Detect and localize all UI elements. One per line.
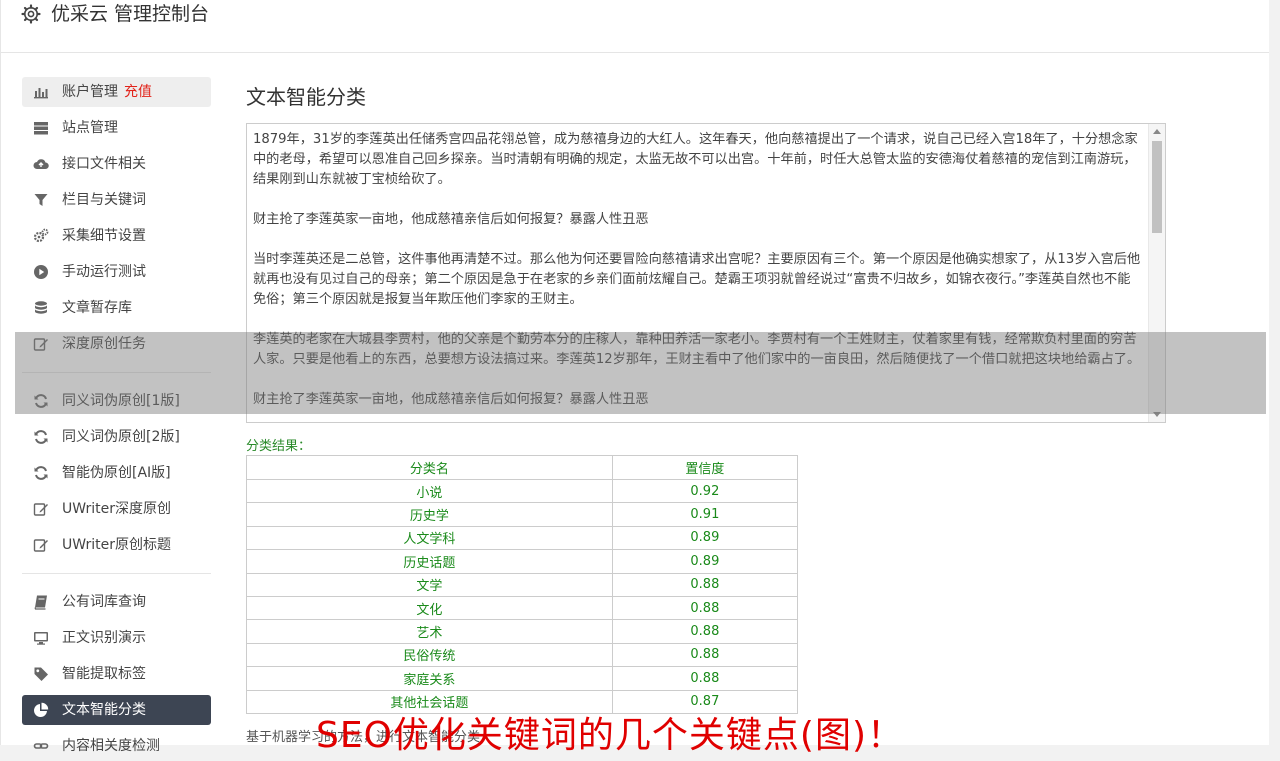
sidebar-item-label: 内容相关度检测 — [62, 738, 160, 754]
sidebar-item-label: 正文识别演示 — [62, 630, 146, 646]
sidebar-item-account[interactable]: 账户管理 充值 — [22, 77, 211, 107]
table-row: 历史话题 0.89 — [246, 549, 799, 574]
sidebar-item-ai-rewrite[interactable]: 智能伪原创[AI版] — [22, 458, 211, 488]
sidebar-item-collect-settings[interactable]: 采集细节设置 — [22, 221, 211, 251]
article-paragraph: 1879年，31岁的李莲英出任储秀宫四品花翎总管，成为慈禧身边的大红人。这年春天… — [253, 132, 1138, 187]
sidebar-divider — [22, 573, 211, 574]
category-cell: 历史学 — [246, 502, 613, 527]
table-row: 民俗传统 0.88 — [246, 642, 799, 668]
confidence-cell: 0.89 — [611, 525, 799, 551]
window-edge — [1269, 0, 1280, 745]
column-header: 置信度 — [611, 455, 799, 480]
refresh-icon — [34, 430, 48, 444]
category-cell: 小说 — [246, 478, 613, 504]
cloud-upload-icon — [33, 159, 49, 169]
sidebar-item-public-dict[interactable]: 公有词库查询 — [22, 587, 211, 617]
sidebar-item-interface-files[interactable]: 接口文件相关 — [22, 149, 211, 179]
confidence-cell: 0.88 — [611, 595, 799, 621]
sidebar-item-manual-run[interactable]: 手动运行测试 — [22, 257, 211, 287]
sidebar-item-tag-extract[interactable]: 智能提取标签 — [22, 659, 211, 689]
app-title: 优采云 管理控制台 — [51, 3, 210, 25]
book-icon — [34, 595, 47, 610]
sidebar-item-uwriter-deep[interactable]: UWriter深度原创 — [22, 494, 211, 524]
table-row: 文化 0.88 — [246, 595, 799, 621]
category-cell: 文学 — [246, 572, 613, 597]
sidebar-item-text-classify[interactable]: 文本智能分类 — [22, 695, 211, 725]
tag-icon — [34, 667, 48, 681]
monitor-icon — [34, 632, 48, 645]
confidence-cell: 0.88 — [611, 666, 799, 691]
sidebar-item-label: 站点管理 — [62, 120, 118, 136]
confidence-cell: 0.92 — [611, 478, 799, 504]
sidebar-item-label: 账户管理 — [62, 84, 118, 100]
sidebar-item-label: 智能伪原创[AI版] — [62, 465, 171, 481]
sidebar-item-label: 文本智能分类 — [62, 702, 146, 718]
sidebar-item-article-storage[interactable]: 文章暂存库 — [22, 293, 211, 323]
confidence-cell: 0.88 — [611, 572, 799, 597]
sidebar-item-label: 同义词伪原创[2版] — [62, 429, 180, 445]
table-row: 人文学科 0.89 — [246, 525, 799, 551]
category-cell: 艺术 — [246, 619, 613, 644]
column-header: 分类名 — [246, 455, 613, 480]
category-cell: 家庭关系 — [246, 666, 613, 691]
confidence-cell: 0.88 — [611, 642, 799, 668]
sidebar-item-uwriter-title[interactable]: UWriter原创标题 — [22, 530, 211, 560]
recharge-link[interactable]: 充值 — [124, 84, 152, 100]
sidebar-item-label: 采集细节设置 — [62, 228, 146, 244]
database-icon — [35, 301, 47, 314]
bar-chart-icon — [34, 88, 48, 99]
edit-icon — [33, 539, 48, 552]
table-row: 家庭关系 0.88 — [246, 666, 799, 691]
watermark-text: SEO优化关键词的几个关键点(图)！ — [316, 715, 905, 756]
category-cell: 人文学科 — [246, 525, 613, 551]
article-paragraph: 财主抢了李莲英家一亩地，他成慈禧亲信后如何报复？暴露人性丑恶 — [253, 212, 649, 227]
sidebar-item-label: 智能提取标签 — [62, 666, 146, 682]
server-icon — [34, 122, 48, 135]
sidebar-item-label: 文章暂存库 — [62, 300, 132, 316]
sidebar-item-text-recognition[interactable]: 正文识别演示 — [22, 623, 211, 653]
sidebar-item-sites[interactable]: 站点管理 — [22, 113, 211, 143]
sidebar-item-label: 手动运行测试 — [62, 264, 146, 280]
table-row: 历史学 0.91 — [246, 502, 799, 527]
top-bar: 优采云 管理控制台 — [1, 0, 1269, 53]
gear-icon — [21, 4, 41, 24]
sidebar-item-label: UWriter深度原创 — [62, 501, 171, 517]
filter-icon — [34, 194, 48, 206]
sidebar-item-synonym-v2[interactable]: 同义词伪原创[2版] — [22, 422, 211, 452]
confidence-cell: 0.91 — [611, 502, 799, 527]
category-cell: 文化 — [246, 595, 613, 621]
sidebar-item-relevance[interactable]: 内容相关度检测 — [22, 731, 211, 761]
article-paragraph: 当时李莲英还是二总管，这件事他再清楚不过。那么他为何还要冒险向慈禧请求出宫呢？主… — [253, 252, 1141, 307]
scroll-up-arrow-icon[interactable] — [1153, 129, 1161, 134]
confidence-cell: 0.89 — [611, 549, 799, 574]
scrollbar-thumb[interactable] — [1152, 141, 1162, 233]
table-header-row: 分类名 置信度 — [246, 455, 799, 480]
edit-icon — [33, 503, 48, 516]
sidebar-item-label: UWriter原创标题 — [62, 537, 171, 553]
sidebar-item-columns-keywords[interactable]: 栏目与关键词 — [22, 185, 211, 215]
confidence-cell: 0.88 — [611, 619, 799, 644]
gray-overlay-band — [15, 332, 1266, 414]
result-label: 分类结果： — [246, 439, 312, 454]
sidebar-item-label: 栏目与关键词 — [62, 192, 146, 208]
refresh-icon — [34, 466, 48, 480]
play-icon — [34, 265, 48, 279]
page-title: 文本智能分类 — [246, 85, 366, 109]
classification-table: 分类名 置信度 小说 0.92 历史学 0.91 人文学科 0.89 历史话题 0.89… — [246, 455, 799, 714]
category-cell: 历史话题 — [246, 549, 613, 574]
sidebar-item-label: 公有词库查询 — [62, 594, 146, 610]
gears-icon — [33, 228, 49, 243]
table-row: 艺术 0.88 — [246, 619, 799, 644]
table-row: 文学 0.88 — [246, 572, 799, 597]
table-row: 小说 0.92 — [246, 478, 799, 504]
sidebar-item-label: 接口文件相关 — [62, 156, 146, 172]
category-cell: 民俗传统 — [246, 642, 613, 668]
pie-chart-icon — [34, 702, 49, 717]
link-icon — [33, 743, 49, 749]
